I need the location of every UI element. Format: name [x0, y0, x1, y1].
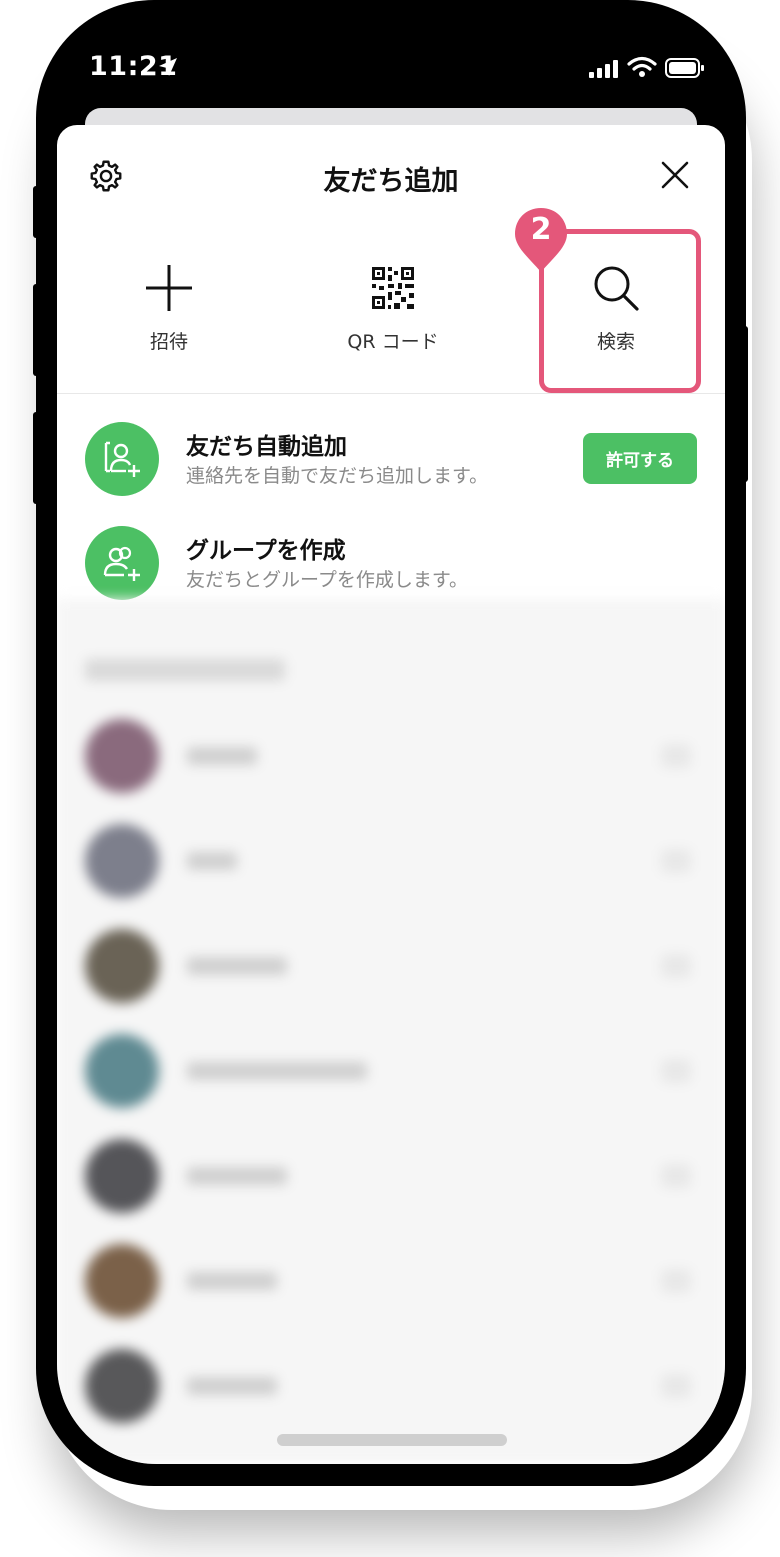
- invite-button[interactable]: 招待: [79, 243, 259, 363]
- auto-add-title: 友だち自動追加: [186, 434, 347, 460]
- blurred-list-item: [57, 1034, 725, 1134]
- add-friend-sheet: 友だち追加 招待 QR コード 検索 2 友だち自動追加 連絡先を自動で友だち追…: [57, 125, 725, 1464]
- step-badge: 2: [513, 206, 569, 274]
- wifi-icon: [627, 56, 657, 77]
- blurred-friend-list: [57, 599, 725, 1464]
- auto-add-friend-icon: [85, 422, 159, 496]
- blurred-list-item: [57, 719, 725, 819]
- qr-code-button[interactable]: QR コード: [303, 243, 483, 363]
- auto-add-subtitle: 連絡先を自動で友だち追加します。: [186, 465, 489, 487]
- qr-code-icon: [372, 267, 414, 309]
- screen: 11:21 友だち追加 招待 QR コード 検索 2 友だち自動追加 連絡先を自…: [57, 18, 725, 1464]
- blurred-section-header: [85, 659, 285, 681]
- cellular-signal-icon: [589, 60, 618, 78]
- list-item-auto-add[interactable]: 友だち自動追加 連絡先を自動で友だち追加します。 許可する: [57, 413, 725, 513]
- divider: [57, 393, 725, 394]
- create-group-subtitle: 友だちとグループを作成します。: [186, 569, 468, 591]
- create-group-title: グループを作成: [186, 538, 346, 564]
- close-icon[interactable]: [659, 159, 691, 191]
- status-bar: 11:21: [57, 18, 725, 108]
- phone-frame: 11:21 友だち追加 招待 QR コード 検索 2 友だち自動追加 連絡先を自…: [36, 0, 746, 1486]
- home-indicator: [277, 1434, 507, 1446]
- blurred-list-item: [57, 1244, 725, 1344]
- battery-icon: [665, 58, 704, 78]
- allow-button[interactable]: 許可する: [583, 433, 697, 484]
- qr-code-label: QR コード: [347, 331, 439, 353]
- create-group-icon: [85, 526, 159, 600]
- plus-icon: [146, 265, 192, 311]
- sheet-title: 友だち追加: [323, 166, 459, 197]
- blurred-list-item: [57, 1139, 725, 1239]
- location-arrow-icon: [159, 58, 177, 76]
- step-number: 2: [530, 212, 552, 247]
- blurred-list-item: [57, 824, 725, 924]
- blurred-list-item: [57, 929, 725, 1029]
- invite-label: 招待: [149, 331, 188, 353]
